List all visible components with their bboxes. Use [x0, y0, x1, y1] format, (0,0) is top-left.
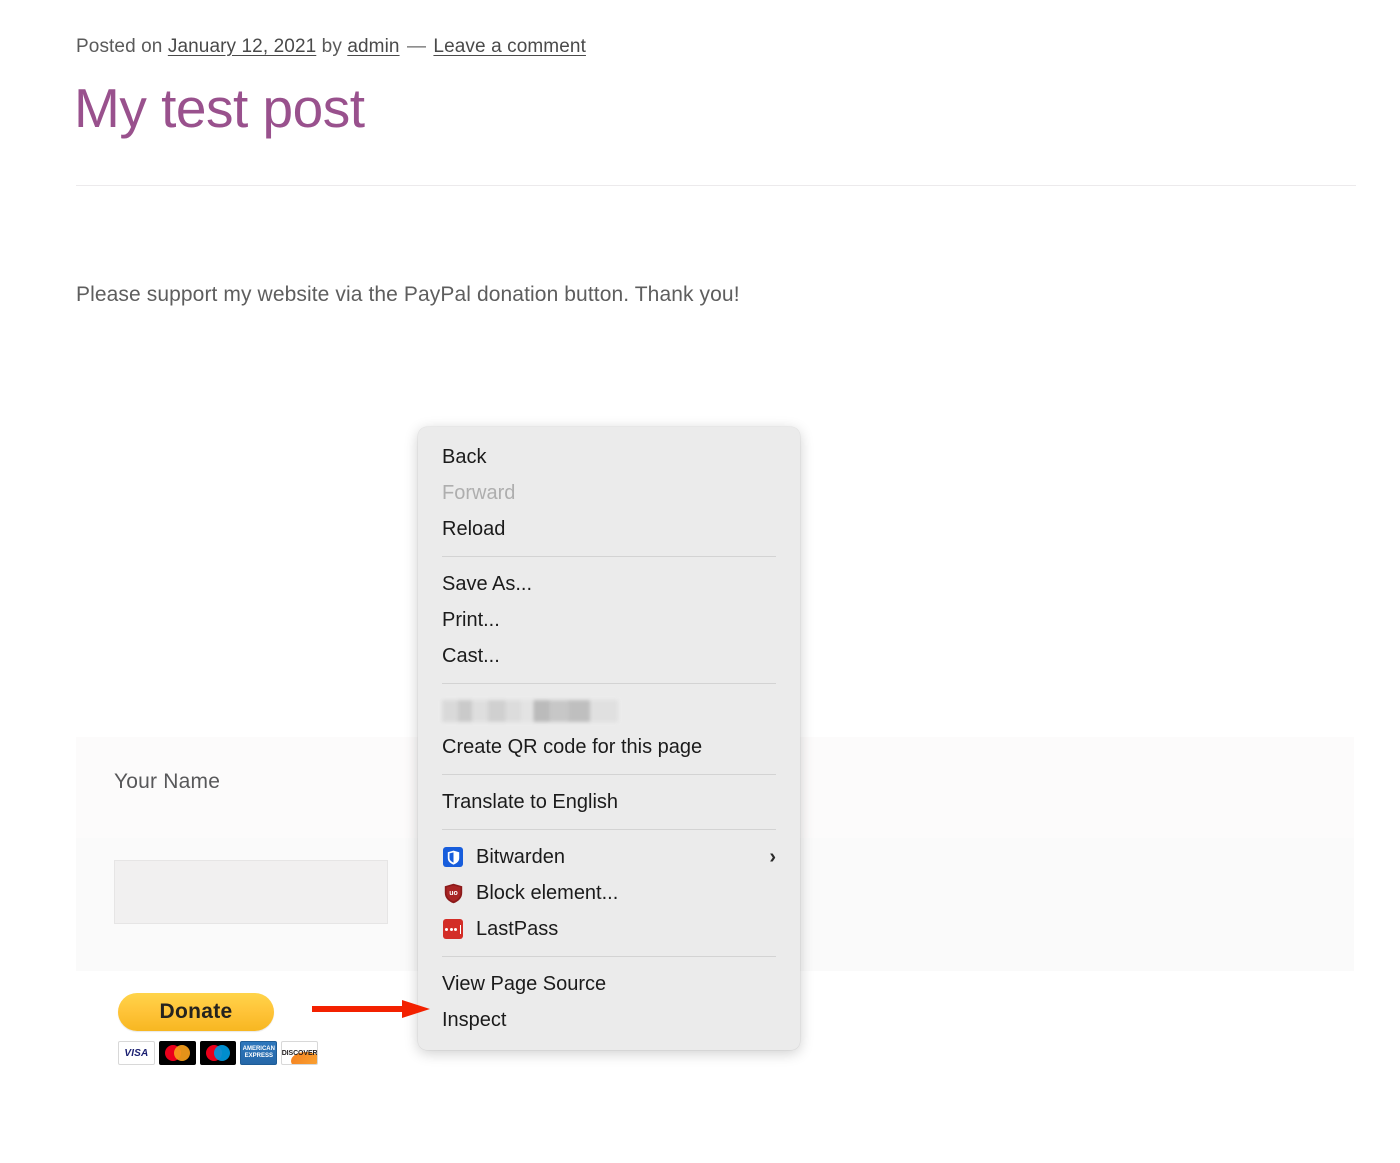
by-label: by — [316, 36, 348, 57]
ublock-origin-icon: uo — [442, 882, 464, 904]
context-menu-item-translate[interactable]: Translate to English — [418, 784, 800, 820]
meta-separator: — — [401, 36, 432, 57]
context-menu-label-save-as: Save As... — [442, 573, 533, 595]
maestro-right-circle — [214, 1045, 231, 1061]
posted-on-label: Posted on — [76, 36, 168, 57]
context-menu-item-inspect[interactable]: Inspect — [418, 1002, 800, 1038]
post-date-link[interactable]: January 12, 2021 — [168, 36, 316, 57]
context-menu-separator-3 — [442, 774, 776, 775]
context-menu-item-bitwarden[interactable]: Bitwarden › — [418, 839, 800, 875]
svg-text:uo: uo — [449, 889, 458, 896]
redacted-blur-bar — [442, 700, 618, 722]
context-menu: Back Forward Reload Save As... Print... … — [418, 427, 800, 1050]
mastercard-right-circle — [173, 1045, 190, 1061]
context-menu-item-forward: Forward — [418, 475, 800, 511]
leave-a-comment-link[interactable]: Leave a comment — [433, 36, 586, 57]
page-title: My test post — [74, 77, 365, 139]
context-menu-label-reload: Reload — [442, 518, 506, 540]
context-menu-item-reload[interactable]: Reload — [418, 511, 800, 547]
post-meta: Posted on January 12, 2021 by admin — Le… — [76, 36, 586, 58]
context-menu-separator-5 — [442, 956, 776, 957]
visa-card-label: VISA — [124, 1047, 149, 1059]
discover-card-label: DISCOVER — [281, 1049, 318, 1057]
context-menu-label-forward: Forward — [442, 482, 516, 504]
context-menu-item-cast[interactable]: Cast... — [418, 638, 800, 674]
context-menu-item-view-page-source[interactable]: View Page Source — [418, 966, 800, 1002]
context-menu-item-block-element[interactable]: uo Block element... — [418, 875, 800, 911]
mastercard-card-icon — [158, 1041, 196, 1065]
context-menu-label-bitwarden: Bitwarden — [476, 846, 565, 868]
context-menu-label-translate: Translate to English — [442, 791, 619, 813]
amex-card-label: AMERICAN EXPRESS — [242, 1046, 275, 1059]
context-menu-label-lastpass: LastPass — [476, 918, 559, 940]
accepted-cards-row: VISA AMERICAN EXPRESS DISCOVER — [118, 1041, 318, 1065]
annotation-arrow-icon — [312, 1000, 430, 1018]
discover-card-icon: DISCOVER — [281, 1041, 318, 1065]
visa-card-icon: VISA — [118, 1041, 155, 1065]
context-menu-item-print[interactable]: Print... — [418, 602, 800, 638]
page-root: Posted on January 12, 2021 by admin — Le… — [0, 0, 1400, 1163]
context-menu-item-create-qr-code[interactable]: Create QR code for this page — [418, 729, 800, 765]
context-menu-item-save-as[interactable]: Save As... — [418, 566, 800, 602]
post-author-link[interactable]: admin — [347, 36, 399, 57]
bitwarden-icon — [442, 846, 464, 868]
your-name-label: Your Name — [114, 770, 221, 793]
context-menu-item-back[interactable]: Back — [418, 439, 800, 475]
your-name-input[interactable] — [114, 860, 388, 924]
context-menu-separator-4 — [442, 829, 776, 830]
context-menu-label-print: Print... — [442, 609, 500, 631]
context-menu-item-lastpass[interactable]: LastPass — [418, 911, 800, 947]
maestro-card-icon — [199, 1041, 237, 1065]
context-menu-label-cast: Cast... — [442, 645, 500, 667]
context-menu-label-block-element: Block element... — [476, 882, 619, 904]
title-divider — [76, 185, 1356, 186]
context-menu-separator-2 — [442, 683, 776, 684]
context-menu-label-view-page-source: View Page Source — [442, 973, 607, 995]
context-menu-label-create-qr-code: Create QR code for this page — [442, 736, 703, 758]
amex-card-icon: AMERICAN EXPRESS — [240, 1041, 278, 1065]
post-body-text: Please support my website via the PayPal… — [76, 283, 740, 306]
lastpass-icon — [442, 918, 464, 940]
context-menu-label-back: Back — [442, 446, 487, 468]
context-menu-separator-1 — [442, 556, 776, 557]
paypal-donation-block: Donate VISA AMERICAN EXPRESS DISCOVER — [118, 993, 318, 1065]
chevron-right-icon: › — [769, 846, 776, 868]
context-menu-label-inspect: Inspect — [442, 1009, 507, 1031]
donate-button[interactable]: Donate — [118, 993, 274, 1031]
context-menu-item-redacted[interactable] — [418, 693, 800, 729]
